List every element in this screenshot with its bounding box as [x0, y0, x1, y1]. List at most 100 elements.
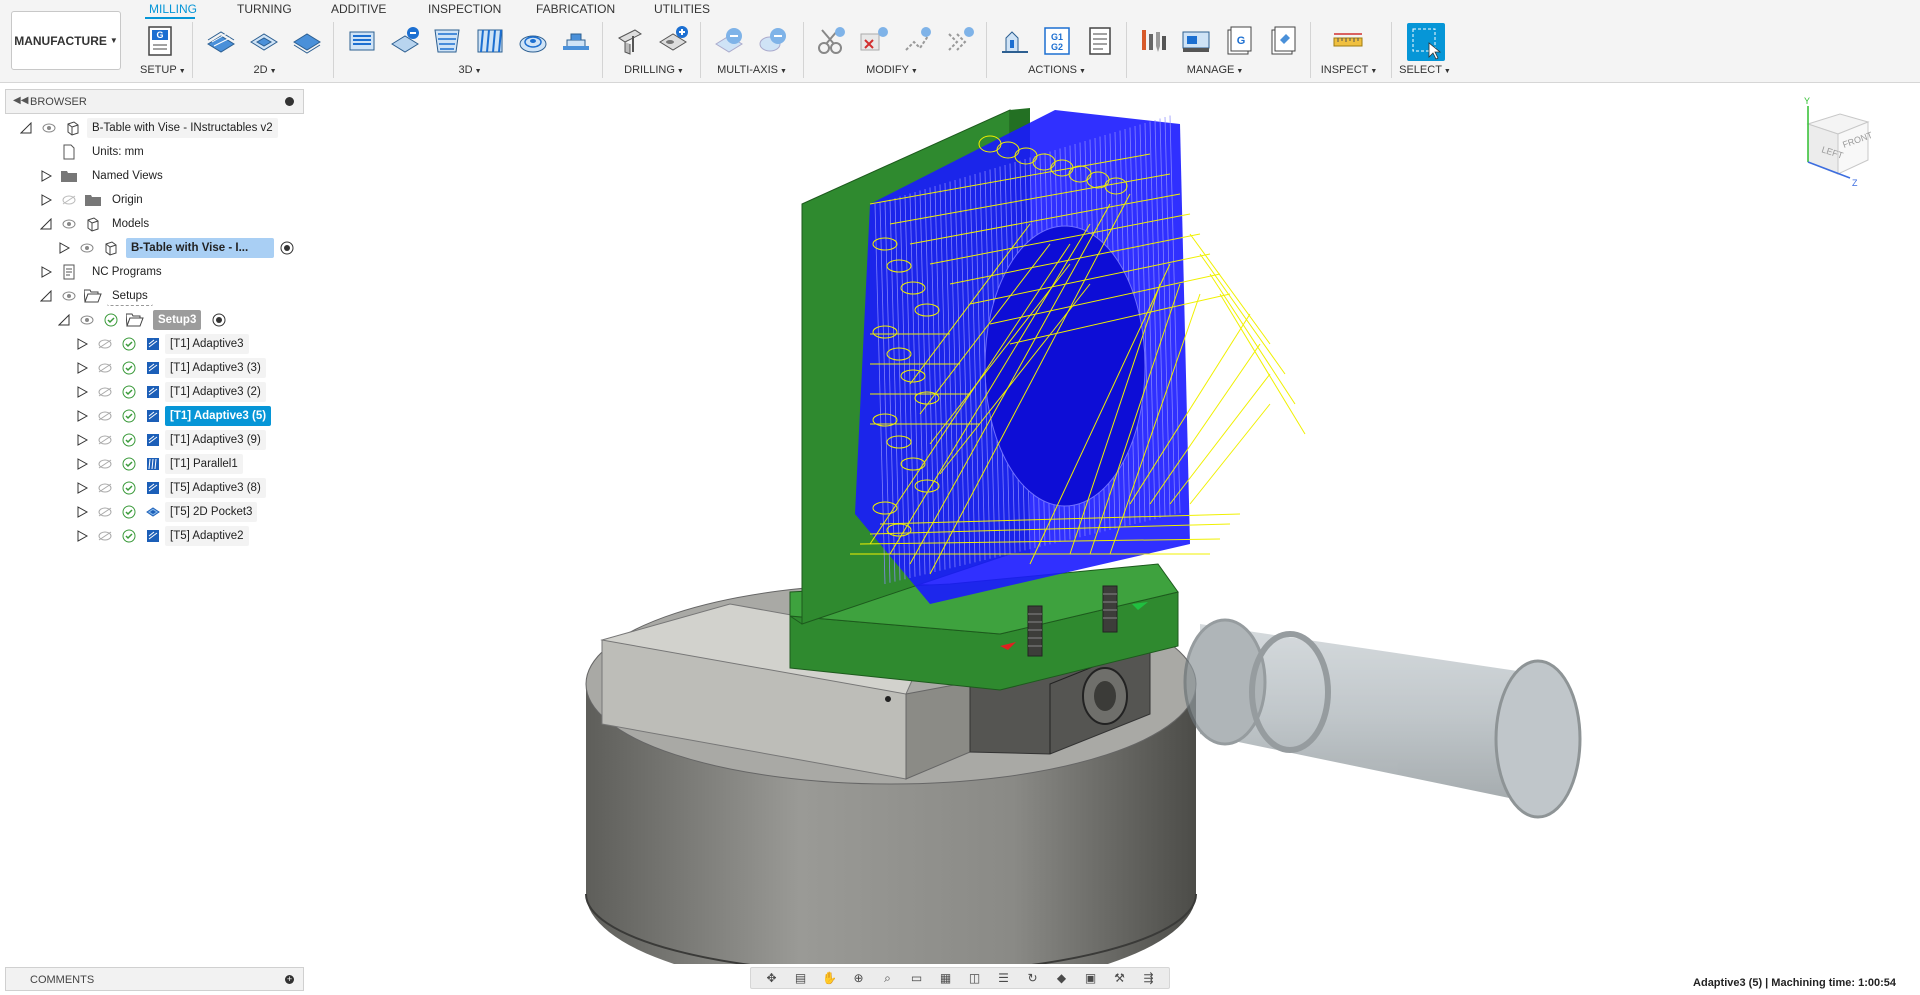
- tab-milling[interactable]: MILLING: [145, 2, 197, 19]
- 3d-radial-icon[interactable]: [516, 24, 550, 58]
- 3d-viewport[interactable]: LEFT FRONT Y Z: [310, 84, 1920, 994]
- measure-icon[interactable]: [1331, 24, 1365, 58]
- collapsed-triangle-icon[interactable]: [40, 194, 52, 206]
- refresh-icon[interactable]: ↻: [1024, 970, 1042, 986]
- collapsed-triangle-icon[interactable]: [76, 530, 88, 542]
- tab-turning[interactable]: TURNING: [233, 2, 293, 19]
- tab-fabrication[interactable]: FABRICATION: [532, 2, 615, 19]
- drill-icon[interactable]: [613, 24, 647, 58]
- setup-sheet-icon[interactable]: [1083, 24, 1117, 58]
- eye-icon[interactable]: [78, 311, 96, 329]
- 3d-adaptive-icon[interactable]: [345, 24, 379, 58]
- hidden-eye-icon[interactable]: [96, 479, 114, 497]
- visual-style-icon[interactable]: ◆: [1053, 970, 1071, 986]
- eye-icon[interactable]: [40, 119, 58, 137]
- workspace-switcher[interactable]: MANUFACTURE ▼: [11, 11, 121, 70]
- machine-library-icon[interactable]: [1179, 24, 1213, 58]
- select-icon[interactable]: [1407, 23, 1445, 61]
- eye-icon[interactable]: [78, 239, 96, 257]
- grid-icon[interactable]: ▦: [937, 970, 955, 986]
- expanded-triangle-icon[interactable]: [58, 314, 70, 326]
- look-at-icon[interactable]: ▤: [792, 970, 810, 986]
- hole-recognition-icon[interactable]: [656, 24, 690, 58]
- browser-panel-header[interactable]: ◀◀ BROWSER: [5, 89, 304, 114]
- group-modify[interactable]: MODIFY ▼: [862, 64, 922, 76]
- tree-models[interactable]: Models: [20, 214, 320, 234]
- collapsed-triangle-icon[interactable]: [76, 386, 88, 398]
- collapsed-triangle-icon[interactable]: [76, 434, 88, 446]
- toolpath-display-icon[interactable]: ⇶: [1140, 970, 1158, 986]
- collapsed-triangle-icon[interactable]: [76, 338, 88, 350]
- collapse-panel-icon[interactable]: ◀◀: [13, 95, 28, 106]
- fit-zoom-icon[interactable]: ⌕: [879, 970, 897, 986]
- display-settings-icon[interactable]: ▭: [908, 970, 926, 986]
- panel-minimize-icon[interactable]: [285, 97, 294, 106]
- tool-library-icon[interactable]: [1136, 24, 1170, 58]
- delete-passes-icon[interactable]: [857, 24, 891, 58]
- hidden-eye-icon[interactable]: [96, 383, 114, 401]
- 2d-pocket-icon[interactable]: [247, 24, 281, 58]
- group-3d[interactable]: 3D ▼: [455, 64, 485, 76]
- hidden-eye-icon[interactable]: [96, 359, 114, 377]
- expanded-triangle-icon[interactable]: [40, 290, 52, 302]
- group-manage[interactable]: MANAGE ▼: [1183, 64, 1247, 76]
- tree-units[interactable]: Units: mm: [20, 142, 320, 162]
- radio-target-icon[interactable]: [278, 239, 296, 257]
- 3d-scallop-icon[interactable]: [559, 24, 593, 58]
- post-library-icon[interactable]: G: [1222, 24, 1256, 58]
- setup-icon[interactable]: G: [143, 24, 177, 58]
- collapsed-triangle-icon[interactable]: [76, 410, 88, 422]
- fixture-tube[interactable]: [1183, 618, 1582, 819]
- 3d-parallel-icon[interactable]: [473, 24, 507, 58]
- collapsed-triangle-icon[interactable]: [40, 170, 52, 182]
- operation-row[interactable]: [T1] Adaptive3 (3): [20, 358, 320, 378]
- trim-icon[interactable]: [814, 24, 848, 58]
- operation-row[interactable]: [T1] Adaptive3 (2): [20, 382, 320, 402]
- tree-setup3[interactable]: Setup3: [20, 310, 320, 330]
- tool-display-icon[interactable]: ⚒: [1111, 970, 1129, 986]
- zoom-icon[interactable]: ⊕: [850, 970, 868, 986]
- group-drilling[interactable]: DRILLING ▼: [620, 64, 688, 76]
- move-entry-icon[interactable]: [900, 24, 934, 58]
- collapsed-triangle-icon[interactable]: [76, 482, 88, 494]
- eye-icon[interactable]: [60, 287, 78, 305]
- swarf-icon[interactable]: [712, 24, 746, 58]
- pan-hand-icon[interactable]: ✋: [821, 970, 839, 986]
- view-cube[interactable]: LEFT FRONT Y Z: [1804, 96, 1874, 188]
- collapsed-triangle-icon[interactable]: [40, 266, 52, 278]
- hidden-eye-icon[interactable]: [96, 503, 114, 521]
- group-multi-axis[interactable]: MULTI-AXIS ▼: [712, 64, 792, 76]
- collapsed-triangle-icon[interactable]: [76, 362, 88, 374]
- 3d-steep-shallow-icon[interactable]: [430, 24, 464, 58]
- post-process-icon[interactable]: G1 G2: [1040, 24, 1074, 58]
- group-2d[interactable]: 2D ▼: [250, 64, 280, 76]
- 3d-pocket-icon[interactable]: [388, 24, 422, 58]
- tab-additive[interactable]: ADDITIVE: [327, 2, 387, 19]
- expanded-triangle-icon[interactable]: [40, 218, 52, 230]
- add-comment-icon[interactable]: +: [285, 975, 294, 984]
- hidden-eye-icon[interactable]: [60, 191, 78, 209]
- simulate-icon[interactable]: [998, 24, 1032, 58]
- group-actions[interactable]: ACTIONS ▼: [1025, 64, 1089, 76]
- comments-panel[interactable]: COMMENTS +: [5, 967, 304, 991]
- operation-row[interactable]: [T1] Parallel1: [20, 454, 320, 474]
- multi-axis-contour-icon[interactable]: [756, 24, 790, 58]
- template-library-icon[interactable]: [1266, 24, 1300, 58]
- radio-target-icon[interactable]: [210, 311, 228, 329]
- tree-setups[interactable]: Setups: [20, 286, 320, 306]
- tab-inspection[interactable]: INSPECTION: [424, 2, 501, 19]
- group-setup[interactable]: SETUP ▼: [140, 64, 186, 76]
- operation-row[interactable]: [T5] 2D Pocket3: [20, 502, 320, 522]
- operation-row[interactable]: [T5] Adaptive3 (8): [20, 478, 320, 498]
- operation-row[interactable]: [T1] Adaptive3 (5): [20, 406, 320, 426]
- eye-icon[interactable]: [60, 215, 78, 233]
- orbit-icon[interactable]: ✥: [763, 970, 781, 986]
- collapsed-triangle-icon[interactable]: [58, 242, 70, 254]
- tree-root[interactable]: B-Table with Vise - INstructables v2: [20, 118, 320, 138]
- operation-row[interactable]: [T5] Adaptive2: [20, 526, 320, 546]
- collapsed-triangle-icon[interactable]: [76, 506, 88, 518]
- stock-display-icon[interactable]: ☰: [995, 970, 1013, 986]
- hidden-eye-icon[interactable]: [96, 527, 114, 545]
- expanded-triangle-icon[interactable]: [20, 122, 32, 134]
- hidden-eye-icon[interactable]: [96, 335, 114, 353]
